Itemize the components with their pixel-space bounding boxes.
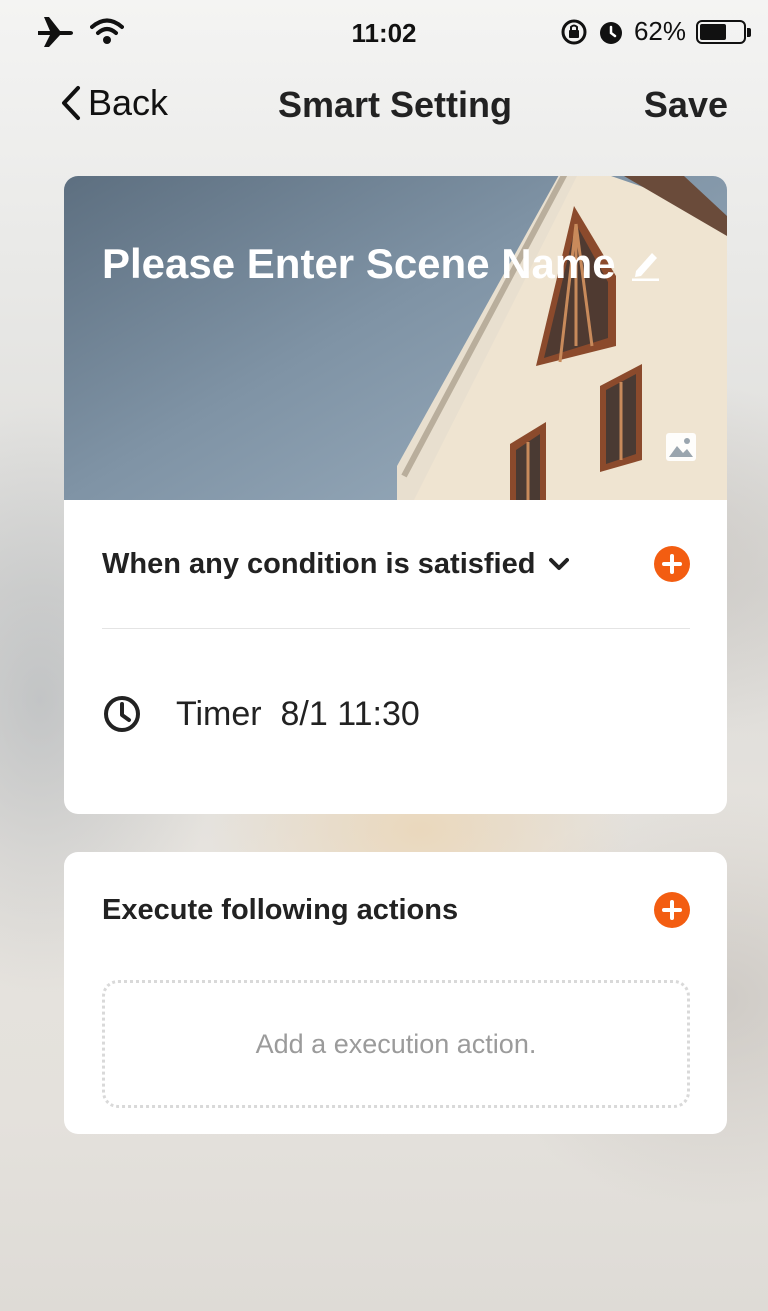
add-action-button[interactable] (654, 892, 690, 928)
condition-item[interactable]: Timer 8/1 11:30 (102, 694, 420, 734)
clock-icon (104, 696, 140, 732)
divider (102, 628, 690, 629)
add-action-placeholder[interactable]: Add a execution action. (102, 980, 690, 1108)
condition-selector[interactable]: When any condition is satisfied (102, 547, 570, 581)
change-image-icon[interactable] (665, 432, 697, 462)
scene-name-placeholder: Please Enter Scene Name (102, 240, 616, 287)
battery-fill (700, 23, 727, 40)
condition-label: When any condition is satisfied (102, 547, 536, 580)
status-bar: 11:02 62% (0, 0, 768, 68)
plus-icon (662, 554, 682, 574)
edit-pencil-icon[interactable] (630, 247, 660, 281)
condition-item-text: Timer 8/1 11:30 (176, 694, 420, 733)
action-header: Execute following actions (102, 892, 690, 928)
rotation-lock-icon (561, 19, 587, 44)
condition-header: When any condition is satisfied (102, 546, 690, 582)
alarm-icon (599, 21, 622, 44)
app-screen: 11:02 62% Back Smart Setting Save Please… (0, 0, 768, 1311)
action-card: Execute following actions Add a executio… (64, 852, 727, 1134)
scene-cover-image[interactable]: Please Enter Scene Name (64, 176, 727, 500)
add-condition-button[interactable] (654, 546, 690, 582)
battery-percent: 62% (633, 16, 686, 46)
empty-action-text: Add a execution action. (255, 1028, 537, 1059)
battery-icon (696, 19, 751, 44)
action-label: Execute following actions (102, 893, 459, 926)
scene-name-field[interactable]: Please Enter Scene Name (102, 240, 660, 288)
house-illustration (397, 176, 727, 500)
status-right: 62% (560, 16, 751, 47)
save-button[interactable]: Save (644, 84, 728, 126)
plus-icon (662, 900, 682, 920)
chevron-down-icon (549, 558, 570, 570)
scene-card: Please Enter Scene Name When any conditi… (64, 176, 727, 814)
